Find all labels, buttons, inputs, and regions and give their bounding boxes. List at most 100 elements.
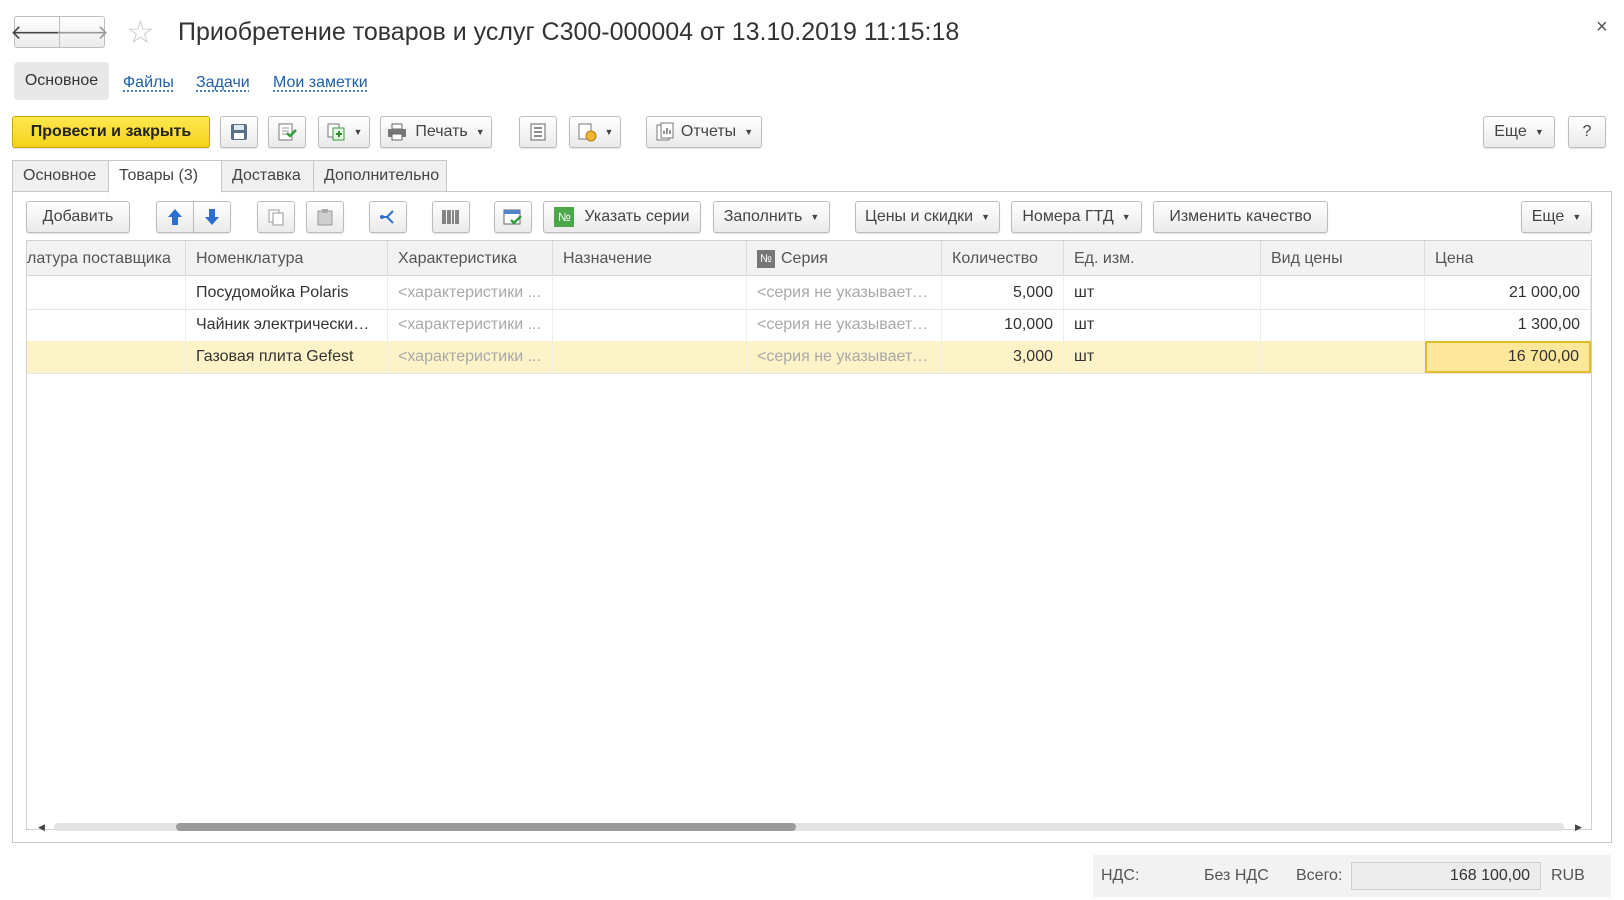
cell-unit[interactable]: шт	[1064, 309, 1261, 341]
col-characteristic[interactable]: Характеристика	[388, 241, 553, 276]
arrow-up-icon	[168, 209, 182, 225]
create-based-icon	[327, 123, 345, 141]
help-button[interactable]: ?	[1568, 116, 1606, 148]
change-quality-button[interactable]: Изменить качество	[1153, 201, 1328, 233]
cell-purpose[interactable]	[553, 309, 747, 341]
col-series[interactable]: № Серия	[747, 241, 942, 276]
cell-series[interactable]: <серия не указываетс...	[747, 309, 942, 341]
cell-series[interactable]: <серия не указываетс...	[747, 341, 942, 373]
create-based-on-button[interactable]: ▼	[318, 116, 370, 148]
cell-purpose[interactable]	[553, 277, 747, 309]
split-icon	[380, 210, 394, 224]
reports-icon	[656, 122, 674, 141]
table-row[interactable]: Чайник электрический ... <характеристики …	[27, 309, 1591, 342]
reports-button[interactable]: Отчеты ▼	[646, 116, 762, 148]
cell-qty[interactable]: 5,000	[942, 277, 1064, 309]
col-purpose[interactable]: Назначение	[553, 241, 747, 276]
cell-unit[interactable]: шт	[1064, 277, 1261, 309]
currency: RUB	[1551, 867, 1585, 884]
section-main[interactable]: Основное	[14, 62, 109, 100]
prices-label: Цены и скидки	[864, 208, 974, 225]
cell-characteristic[interactable]: <характеристики ...	[388, 341, 553, 373]
col-price-type[interactable]: Вид цены	[1261, 241, 1425, 276]
structure-button[interactable]: ▼	[569, 116, 621, 148]
history-nav: 🡐 🡒	[10, 16, 109, 48]
table-row[interactable]: Газовая плита Gefest <характеристики ... <…	[27, 341, 1591, 374]
col-quantity[interactable]: Количество	[942, 241, 1064, 276]
section-files-link[interactable]: Файлы	[123, 66, 174, 100]
post-button[interactable]	[268, 116, 306, 148]
prices-discounts-button[interactable]: Цены и скидки ▼	[855, 201, 1000, 233]
cell-purpose[interactable]	[553, 341, 747, 373]
cell-series[interactable]: <серия не указываетс...	[747, 277, 942, 309]
document-flow-icon	[578, 123, 597, 142]
col-supplier-item[interactable]: латура поставщика	[27, 241, 186, 276]
cell-characteristic[interactable]: <характеристики ...	[388, 277, 553, 309]
table-header: латура поставщика Номенклатура Характери…	[27, 241, 1591, 276]
cell-qty[interactable]: 10,000	[942, 309, 1064, 341]
document-list-button[interactable]	[519, 116, 557, 148]
paste-button[interactable]	[306, 201, 344, 233]
scroll-left-icon[interactable]: ◀	[38, 818, 45, 836]
table-more-label: Еще	[1531, 208, 1565, 225]
table-more-button[interactable]: Еще ▼	[1521, 201, 1592, 233]
more-label: Еще	[1494, 123, 1527, 140]
scroll-thumb[interactable]	[176, 823, 796, 831]
chevron-down-icon: ▼	[1534, 127, 1544, 137]
cell-supplier[interactable]	[27, 277, 186, 309]
favorite-star-icon[interactable]: ☆	[126, 14, 155, 50]
cell-unit[interactable]: шт	[1064, 341, 1261, 373]
chevron-down-icon: ▼	[604, 127, 614, 137]
forward-button[interactable]: 🡒	[55, 16, 109, 48]
back-button[interactable]: 🡐	[10, 16, 64, 48]
section-notes-link[interactable]: Мои заметки	[273, 66, 368, 100]
cell-price[interactable]: 16 700,00	[1425, 341, 1591, 373]
col-price[interactable]: Цена	[1425, 241, 1591, 276]
barcode-search-button[interactable]	[432, 201, 470, 233]
goods-table: латура поставщика Номенклатура Характери…	[26, 240, 1592, 830]
col-unit[interactable]: Ед. изм.	[1064, 241, 1261, 276]
total-amount: 168 100,00	[1351, 862, 1541, 890]
post-and-close-button[interactable]: Провести и закрыть	[12, 116, 210, 148]
tab-delivery[interactable]: Доставка	[221, 160, 314, 192]
cell-item[interactable]: Газовая плита Gefest	[186, 341, 388, 373]
copy-row-button[interactable]	[257, 201, 295, 233]
close-icon[interactable]: ×	[1596, 16, 1608, 39]
section-tasks-link[interactable]: Задачи	[196, 66, 250, 100]
select-goods-button[interactable]	[494, 201, 532, 233]
gtd-numbers-button[interactable]: Номера ГТД ▼	[1011, 201, 1142, 233]
tab-goods[interactable]: Товары (3)	[108, 160, 222, 193]
col-item[interactable]: Номенклатура	[186, 241, 388, 276]
cell-item[interactable]: Посудомойка Polaris	[186, 277, 388, 309]
cell-qty[interactable]: 3,000	[942, 341, 1064, 373]
totals-bar: НДС: Без НДС Всего: 168 100,00 RUB	[1093, 855, 1611, 897]
split-row-button[interactable]	[369, 201, 407, 233]
save-button[interactable]	[220, 116, 258, 148]
cell-price[interactable]: 1 300,00	[1425, 309, 1591, 341]
move-down-button[interactable]	[193, 201, 231, 233]
move-up-button[interactable]	[156, 201, 194, 233]
vat-label: НДС:	[1101, 867, 1140, 884]
add-row-button[interactable]: Добавить	[26, 201, 130, 233]
specify-series-button[interactable]: № Указать серии	[543, 201, 701, 233]
more-actions-button[interactable]: Еще ▼	[1483, 116, 1555, 148]
cell-price[interactable]: 21 000,00	[1425, 277, 1591, 309]
print-button[interactable]: Печать ▼	[380, 116, 492, 148]
table-row[interactable]: Посудомойка Polaris <характеристики ... <с…	[27, 277, 1591, 310]
total-label: Всего:	[1296, 867, 1343, 884]
cell-price-type[interactable]	[1261, 341, 1425, 373]
page-title: Приобретение товаров и услуг С300-000004…	[178, 18, 960, 46]
horizontal-scrollbar[interactable]: ◀ ▶	[26, 818, 1592, 834]
cell-price-type[interactable]	[1261, 277, 1425, 309]
tab-main[interactable]: Основное	[12, 160, 109, 192]
chevron-down-icon: ▼	[475, 127, 485, 137]
scroll-right-icon[interactable]: ▶	[1575, 818, 1582, 836]
fill-button[interactable]: Заполнить ▼	[713, 201, 830, 233]
tab-additional[interactable]: Дополнительно	[313, 160, 447, 192]
cell-item[interactable]: Чайник электрический ...	[186, 309, 388, 341]
cell-supplier[interactable]	[27, 341, 186, 373]
cell-supplier[interactable]	[27, 309, 186, 341]
chevron-down-icon: ▼	[744, 127, 754, 137]
cell-characteristic[interactable]: <характеристики ...	[388, 309, 553, 341]
cell-price-type[interactable]	[1261, 309, 1425, 341]
